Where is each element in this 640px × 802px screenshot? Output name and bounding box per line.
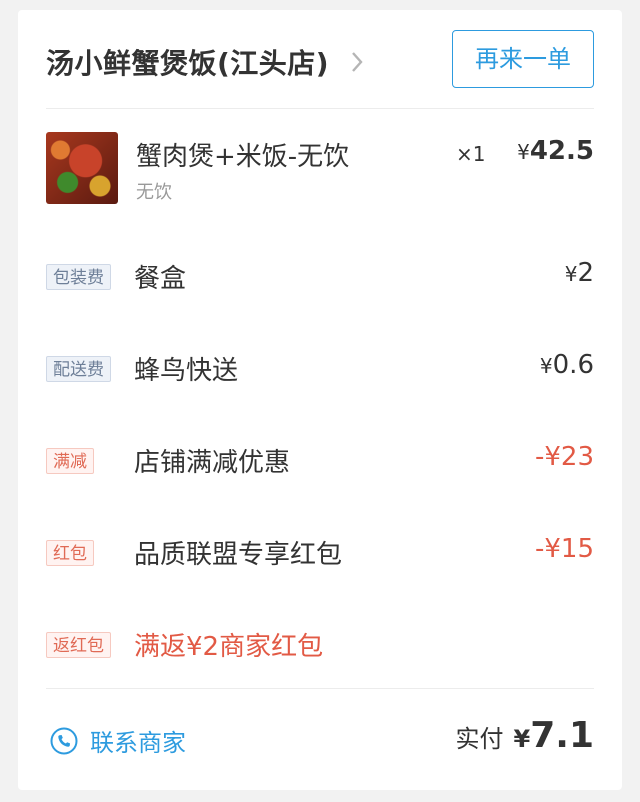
fee-row-packaging: 包装费 餐盒 ¥2 <box>46 258 594 298</box>
price-value: 42.5 <box>529 136 594 166</box>
paid-total: 实付 ¥7.1 <box>456 715 594 756</box>
fee-row-delivery: 配送费 蜂鸟快送 ¥0.6 <box>46 350 594 390</box>
order-footer: 联系商家 实付 ¥7.1 <box>46 688 594 789</box>
contact-merchant-label: 联系商家 <box>90 729 186 757</box>
fee-label: 餐盒 <box>134 264 187 294</box>
order-item: 蟹肉煲+米饭-无饮 无饮 ×1 ¥42.5 <box>46 132 594 212</box>
fee-value: 2 <box>577 258 594 288</box>
discount-label: 品质联盟专享红包 <box>134 540 343 570</box>
bonus-label: 满返¥2商家红包 <box>134 632 324 662</box>
fee-amount: ¥0.6 <box>540 350 594 380</box>
discount-label: 店铺满减优惠 <box>134 448 291 478</box>
fee-tag: 配送费 <box>46 356 111 382</box>
item-spec: 无饮 <box>136 182 172 203</box>
paid-label: 实付 <box>455 725 504 753</box>
contact-merchant-button[interactable]: 联系商家 <box>50 723 186 758</box>
order-header: 汤小鲜蟹煲饭(江头店) 再来一单 <box>46 30 594 109</box>
food-thumbnail <box>46 132 118 204</box>
discount-row-shop: 满减 店铺满减优惠 -¥23 <box>46 442 594 482</box>
paid-value: 7.1 <box>530 715 594 756</box>
currency-symbol: ¥ <box>539 354 553 378</box>
phone-icon <box>50 727 78 754</box>
fee-label: 蜂鸟快送 <box>134 356 239 386</box>
currency-symbol: ¥ <box>564 262 578 286</box>
chevron-right-icon[interactable] <box>350 50 364 74</box>
fee-tag: 包装费 <box>46 264 111 290</box>
item-name: 蟹肉煲+米饭-无饮 <box>136 142 350 172</box>
item-quantity: ×1 <box>456 142 486 166</box>
discount-amount: -¥15 <box>534 534 594 564</box>
shop-name[interactable]: 汤小鲜蟹煲饭(江头店) <box>46 42 329 82</box>
discount-tag: 满减 <box>46 448 94 474</box>
discount-row-redpacket: 红包 品质联盟专享红包 -¥15 <box>46 534 594 574</box>
currency-symbol: ¥ <box>517 140 530 164</box>
fee-amount: ¥2 <box>565 258 594 288</box>
item-price: ¥42.5 <box>517 136 594 166</box>
order-card: 汤小鲜蟹煲饭(江头店) 再来一单 蟹肉煲+米饭-无饮 无饮 ×1 ¥42.5 包… <box>18 10 622 790</box>
fee-value: 0.6 <box>552 350 594 380</box>
bonus-tag: 返红包 <box>46 632 111 658</box>
currency-symbol: ¥ <box>513 725 531 753</box>
bonus-row: 返红包 满返¥2商家红包 <box>46 626 594 666</box>
discount-tag: 红包 <box>46 540 94 566</box>
reorder-button[interactable]: 再来一单 <box>452 30 594 88</box>
discount-amount: -¥23 <box>534 442 594 472</box>
